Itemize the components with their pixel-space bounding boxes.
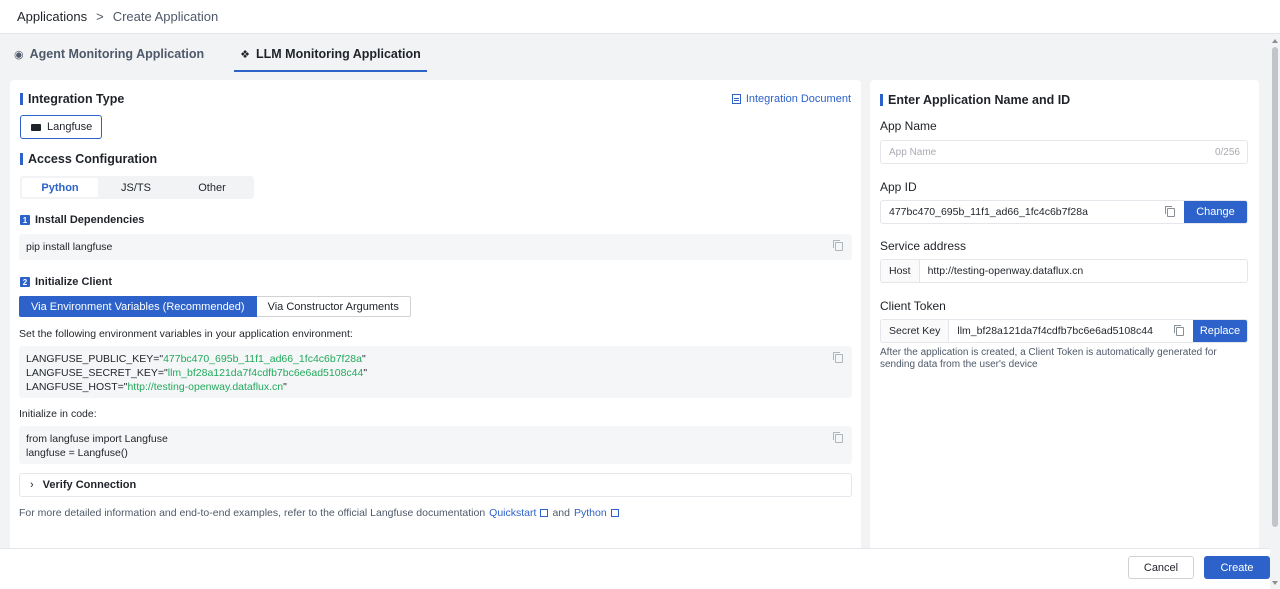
client-token-field: Secret Key llm_bf28a121da7f4cdfb7bc6e6ad…: [880, 319, 1248, 343]
cancel-button[interactable]: Cancel: [1128, 556, 1194, 579]
footer-bar: Cancel Create: [0, 548, 1270, 589]
step-number: 2: [20, 277, 30, 287]
tab-label: Agent Monitoring Application: [29, 47, 205, 61]
app-name-placeholder: App Name: [889, 146, 937, 158]
integration-document-link[interactable]: Integration Document: [731, 93, 851, 105]
app-id-value[interactable]: 477bc470_695b_11f1_ad66_1fc4c6b7f28a: [881, 206, 1167, 218]
copy-icon[interactable]: [1174, 324, 1184, 336]
integration-chip-label: Langfuse: [47, 121, 93, 133]
secret-key-addon: Secret Key: [881, 320, 950, 342]
env-line: LANGFUSE_HOST="http://testing-openway.da…: [26, 381, 287, 393]
app-id-label: App ID: [880, 180, 917, 194]
option-constructor-args[interactable]: Via Constructor Arguments: [256, 296, 411, 317]
init-description: Initialize in code:: [19, 408, 97, 420]
python-link[interactable]: Python: [574, 507, 619, 519]
verify-connection-label: Verify Connection: [42, 479, 137, 491]
tab-agent-monitoring[interactable]: ◉ Agent Monitoring Application: [11, 36, 207, 72]
tab-label: LLM Monitoring Application: [256, 47, 421, 61]
access-configuration-title: Access Configuration: [20, 152, 157, 166]
env-line: LANGFUSE_PUBLIC_KEY="477bc470_695b_11f1_…: [26, 353, 366, 365]
host-value[interactable]: http://testing-openway.dataflux.cn: [920, 265, 1247, 277]
integration-chip-langfuse[interactable]: Langfuse: [20, 115, 103, 139]
client-token-label: Client Token: [880, 299, 946, 313]
scroll-up-icon[interactable]: [1272, 39, 1278, 43]
quickstart-link[interactable]: Quickstart: [489, 507, 549, 519]
scroll-down-icon[interactable]: [1272, 581, 1278, 585]
copy-icon[interactable]: [833, 352, 843, 363]
footnote-text: For more detailed information and end-to…: [19, 507, 486, 519]
option-env-variables[interactable]: Via Environment Variables (Recommended): [19, 296, 257, 317]
step-number: 1: [20, 215, 30, 225]
robot-icon: ◉: [14, 48, 24, 61]
step-initialize-client: 2 Initialize Client: [20, 276, 112, 288]
change-app-id-button[interactable]: Change: [1184, 201, 1247, 223]
client-token-hint: After the application is created, a Clie…: [880, 347, 1217, 370]
language-jsts[interactable]: JS/TS: [98, 178, 174, 197]
app-id-field: 477bc470_695b_11f1_ad66_1fc4c6b7f28a Cha…: [880, 200, 1248, 224]
env-value: http://testing-openway.dataflux.cn: [127, 381, 284, 393]
step-title: Initialize Client: [35, 276, 113, 288]
tab-bar: ◉ Agent Monitoring Application ❖ LLM Mon…: [0, 35, 1270, 72]
external-link-icon: [610, 509, 619, 517]
external-link-icon: [540, 509, 549, 517]
env-value: 477bc470_695b_11f1_ad66_1fc4c6b7f28a: [163, 353, 362, 365]
chevron-right-icon: >: [96, 9, 104, 24]
copy-icon[interactable]: [833, 240, 843, 251]
chevron-right-icon: ›: [30, 479, 34, 491]
integration-type-title: Integration Type: [20, 92, 124, 106]
code-line: langfuse = Langfuse(): [26, 447, 128, 459]
language-other[interactable]: Other: [174, 178, 250, 197]
breadcrumb-applications[interactable]: Applications: [17, 9, 87, 24]
step-title: Install Dependencies: [35, 214, 145, 226]
footnote-and: and: [552, 507, 570, 519]
integration-document-label: Integration Document: [745, 93, 851, 105]
verify-connection-collapse[interactable]: › Verify Connection: [19, 473, 852, 497]
install-code-block: pip install langfuse: [19, 234, 852, 260]
init-method-group: Via Environment Variables (Recommended) …: [19, 296, 411, 317]
app-name-counter: 0/256: [1214, 146, 1240, 158]
app-details-title: Enter Application Name and ID: [880, 93, 1070, 107]
langfuse-icon: [31, 123, 41, 131]
init-code-block: from langfuse import Langfuse langfuse =…: [19, 426, 852, 464]
host-addon: Host: [881, 260, 920, 282]
service-address-field: Host http://testing-openway.dataflux.cn: [880, 259, 1248, 283]
llm-icon: ❖: [240, 48, 250, 61]
secret-key-value[interactable]: llm_bf28a121da7f4cdfb7bc6e6ad5108c44: [949, 325, 1176, 337]
env-description: Set the following environment variables …: [19, 328, 353, 340]
scrollbar-thumb[interactable]: [1272, 47, 1278, 527]
app-details-panel: Enter Application Name and ID App Name A…: [870, 80, 1259, 550]
step-install-dependencies: 1 Install Dependencies: [20, 214, 144, 226]
tab-llm-monitoring[interactable]: ❖ LLM Monitoring Application: [234, 36, 427, 72]
code-line: from langfuse import Langfuse: [26, 433, 168, 445]
env-code-block: LANGFUSE_PUBLIC_KEY="477bc470_695b_11f1_…: [19, 346, 852, 398]
service-address-label: Service address: [880, 239, 967, 253]
page-scrollbar[interactable]: [1270, 35, 1280, 589]
breadcrumb-current: Create Application: [112, 9, 219, 24]
language-selector: Python JS/TS Other: [20, 176, 254, 199]
replace-token-button[interactable]: Replace: [1193, 320, 1247, 342]
documentation-footnote: For more detailed information and end-to…: [19, 507, 619, 519]
install-command: pip install langfuse: [26, 241, 113, 253]
document-icon: [731, 94, 741, 104]
app-name-label: App Name: [880, 119, 937, 133]
copy-icon[interactable]: [1165, 205, 1175, 217]
env-value: llm_bf28a121da7f4cdfb7bc6e6ad5108c44: [167, 367, 364, 379]
copy-icon[interactable]: [833, 432, 843, 443]
language-python[interactable]: Python: [22, 178, 98, 197]
integration-panel: Integration Type Integration Document La…: [10, 80, 861, 550]
breadcrumb: Applications > Create Application: [0, 0, 1280, 34]
create-button[interactable]: Create: [1204, 556, 1270, 579]
env-line: LANGFUSE_SECRET_KEY="llm_bf28a121da7f4cd…: [26, 367, 368, 379]
app-name-input[interactable]: App Name 0/256: [880, 140, 1248, 164]
